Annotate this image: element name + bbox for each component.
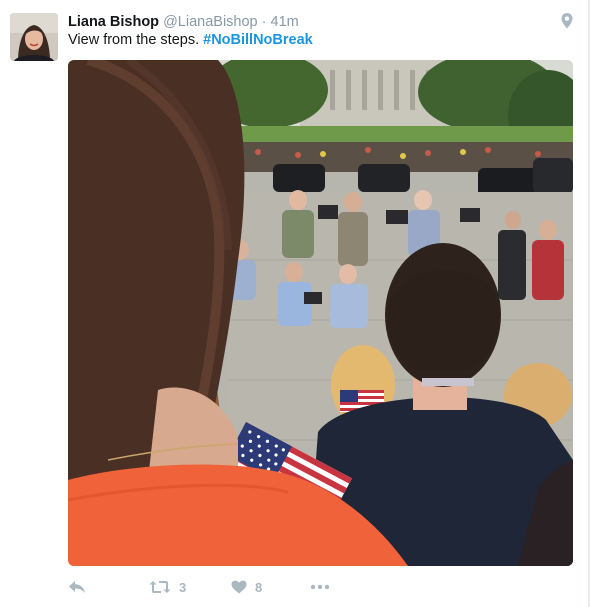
more-icon [310,584,330,590]
tweet-card[interactable]: Liana Bishop @LianaBishop · 41m View fro… [0,0,590,607]
avatar[interactable] [10,13,58,61]
tweet-body: View from the steps. [68,32,200,48]
avatar-portrait [10,13,58,61]
author-name[interactable]: Liana Bishop [68,14,159,30]
like-button[interactable]: 8 [231,576,262,598]
tweet-header: Liana Bishop @LianaBishop · 41m [68,12,570,32]
retweet-count: 3 [179,579,187,595]
photo-scene [68,60,573,566]
like-count: 8 [255,579,263,595]
tweet-photo[interactable] [68,60,573,566]
tweet-timestamp[interactable]: 41m [271,14,299,30]
reply-button[interactable] [68,576,86,598]
author-handle[interactable]: @LianaBishop [163,14,258,30]
retweet-icon [149,580,171,594]
heart-icon [231,580,247,594]
separator-dot: · [261,14,267,30]
tweet-text: View from the steps. #NoBillNoBreak [68,30,313,50]
more-button[interactable] [310,576,330,598]
hashtag-link[interactable]: #NoBillNoBreak [203,32,313,48]
retweet-button[interactable]: 3 [149,576,186,598]
location-pin-icon[interactable] [560,12,574,30]
reply-icon [68,580,86,594]
